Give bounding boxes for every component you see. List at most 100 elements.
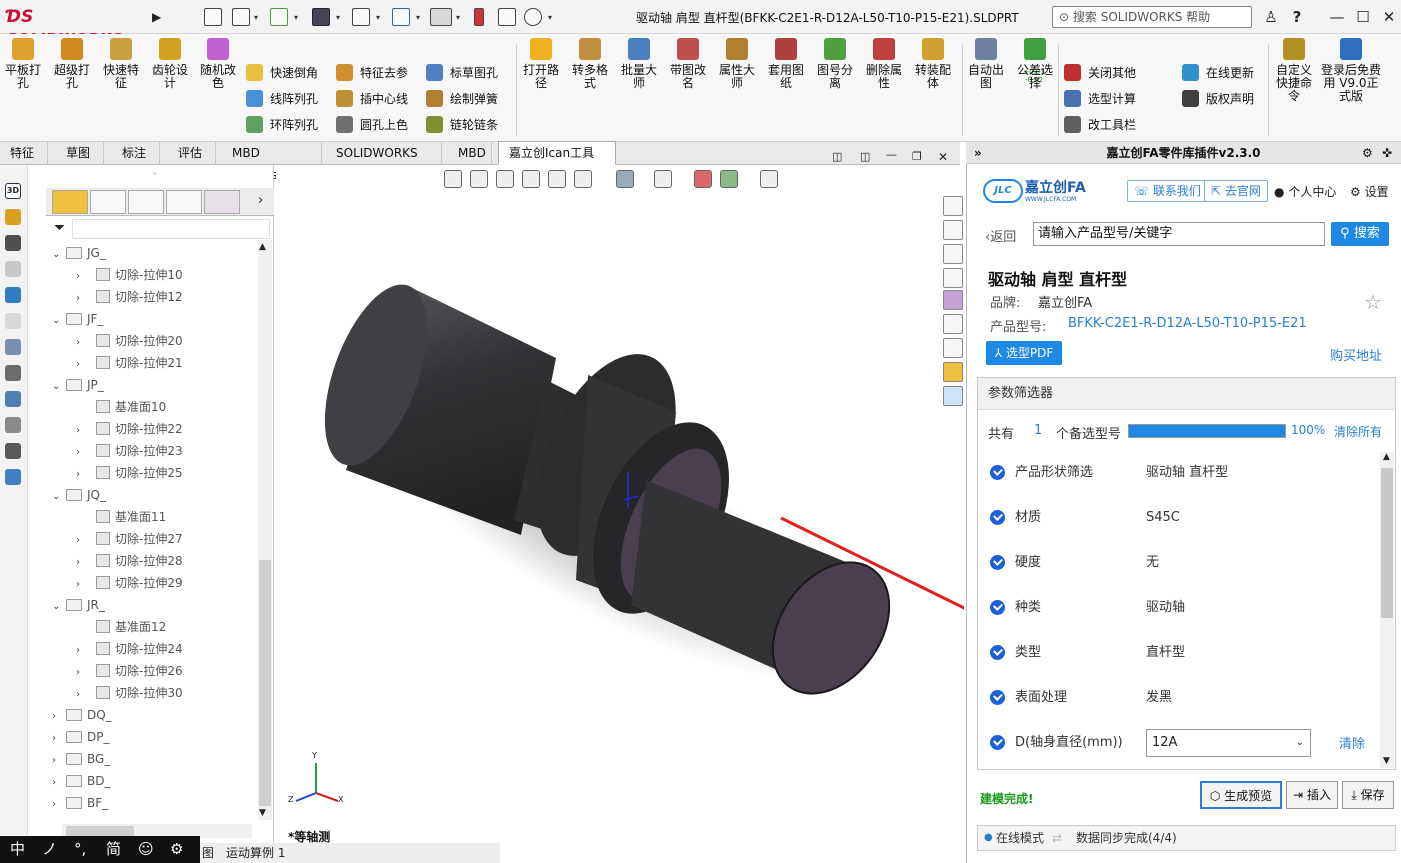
chevron-right-icon[interactable]: › xyxy=(76,643,96,659)
tab-5[interactable]: SOLIDWORKS 插件 xyxy=(326,142,442,182)
filter-check-icon[interactable] xyxy=(990,465,1005,480)
feature-tree-tab[interactable] xyxy=(52,190,88,214)
chevron-right-icon[interactable]: › xyxy=(76,577,96,593)
print-icon[interactable] xyxy=(352,8,370,26)
back-link[interactable]: ‹返回 xyxy=(985,226,1016,245)
ime-item[interactable]: ⚙ xyxy=(170,836,183,863)
ribbon-small-button[interactable]: 插中心线 xyxy=(336,90,408,108)
appearances-icon[interactable] xyxy=(5,287,21,303)
tree-feature[interactable]: › 切除-拉伸25 xyxy=(76,465,183,483)
panel-settings-icon[interactable]: ⚙ xyxy=(1362,142,1373,164)
pane-close-icon[interactable]: ✕ xyxy=(938,150,948,164)
toolbox-icon[interactable] xyxy=(5,469,21,485)
file-explorer-tab-icon[interactable] xyxy=(943,244,963,264)
favorite-star-icon[interactable]: ☆ xyxy=(1364,290,1382,314)
tab-6[interactable]: MBD xyxy=(448,142,492,165)
design-library-tab-icon[interactable] xyxy=(943,220,963,240)
tree-feature[interactable]: › 切除-拉伸23 xyxy=(76,443,183,461)
tree-folder[interactable]: › DP_ xyxy=(52,729,109,747)
chevron-right-icon[interactable]: › xyxy=(52,775,66,791)
pane-minimize-icon[interactable]: — xyxy=(886,148,897,161)
chevron-right-icon[interactable]: › xyxy=(76,423,96,439)
ribbon-button[interactable]: 齿轮设计 xyxy=(148,38,192,90)
tree-folder[interactable]: › BG_ xyxy=(52,751,110,769)
tab-7[interactable]: 嘉立创Ican工具箱 xyxy=(498,141,616,182)
traffic-light-icon[interactable] xyxy=(474,8,484,26)
chevron-right-icon[interactable]: › xyxy=(52,731,66,747)
ribbon-button[interactable]: 超级打孔 xyxy=(50,38,94,90)
view-settings-icon[interactable] xyxy=(760,170,778,188)
search-button[interactable]: ⚲ 搜索 xyxy=(1331,222,1389,246)
help-search-input[interactable]: ⊙ 搜索 SOLIDWORKS 帮助 xyxy=(1052,6,1252,28)
filter-check-icon[interactable] xyxy=(990,510,1005,525)
ime-item[interactable]: ノ xyxy=(42,836,57,863)
selection-pdf-button[interactable]: ⅄ 选型PDF xyxy=(986,341,1062,365)
ribbon-small-button[interactable]: 标草图孔 xyxy=(426,64,498,82)
clear-diameter-link[interactable]: 清除 xyxy=(1339,733,1365,752)
ribbon-button[interactable]: 平板打孔 xyxy=(2,38,44,90)
chevron-right-icon[interactable]: › xyxy=(76,467,96,483)
tree-feature[interactable]: › 切除-拉伸28 xyxy=(76,553,183,571)
view-palette-icon[interactable] xyxy=(5,261,21,277)
dimxpert-tab[interactable] xyxy=(166,190,202,214)
chevron-down-icon[interactable]: ⌄ xyxy=(52,313,66,329)
tree-folder[interactable]: ⌄ JG_ xyxy=(52,245,106,263)
ribbon-button[interactable]: 快速特征 xyxy=(100,38,142,90)
ribbon-small-button[interactable]: 绘制弹簧 xyxy=(426,90,498,108)
generate-preview-button[interactable]: ⬡ 生成预览 xyxy=(1200,781,1282,809)
ribbon-button[interactable]: 打开路径 xyxy=(519,38,563,90)
mate-icon[interactable] xyxy=(5,417,21,433)
tree-feature[interactable]: › 切除-拉伸12 xyxy=(76,289,183,307)
tree-feature[interactable]: 基准面12 xyxy=(76,619,166,635)
ribbon-button[interactable]: 自动出图 xyxy=(964,38,1008,90)
filter-scrollbar-thumb[interactable] xyxy=(1381,468,1393,618)
3d-view-icon[interactable]: 3D xyxy=(5,183,21,199)
tab-3[interactable]: 评估 xyxy=(168,142,216,165)
display-manager-tab[interactable] xyxy=(204,190,240,214)
ribbon-button[interactable]: 登录后免费用 V9.0正式版 xyxy=(1320,38,1382,103)
chevron-right-icon[interactable]: › xyxy=(76,269,96,285)
chevron-right-icon[interactable]: › xyxy=(76,335,96,351)
chevron-right-icon[interactable]: › xyxy=(76,445,96,461)
ribbon-button[interactable]: 带图改名 xyxy=(666,38,710,90)
tree-feature[interactable]: › 切除-拉伸26 xyxy=(76,663,183,681)
property-manager-tab[interactable] xyxy=(90,190,126,214)
ribbon-button[interactable]: 套用图纸 xyxy=(764,38,808,90)
ime-item[interactable]: °, xyxy=(74,836,86,863)
clear-all-link[interactable]: 清除所有 xyxy=(1334,423,1382,440)
forum-tab-icon[interactable] xyxy=(943,338,963,358)
file-explorer-icon[interactable] xyxy=(5,235,21,251)
home-icon[interactable] xyxy=(204,8,222,26)
chevron-right-icon[interactable]: › xyxy=(76,291,96,307)
ribbon-button[interactable]: 删除属性 xyxy=(862,38,906,90)
tab-4[interactable]: MBD Dimensions xyxy=(222,142,322,182)
tab-0[interactable]: 特征 xyxy=(0,142,48,165)
tree-feature[interactable]: › 切除-拉伸24 xyxy=(76,641,183,659)
settings-link[interactable]: ⚙ 设置 xyxy=(1350,183,1389,200)
tree-feature[interactable]: › 切除-拉伸21 xyxy=(76,355,183,373)
buy-link[interactable]: 购买地址 xyxy=(1330,345,1382,364)
tree-feature[interactable]: 基准面10 xyxy=(76,399,166,415)
rebuild-icon[interactable] xyxy=(5,391,21,407)
shaft-diameter-select[interactable]: 12A ⌄ xyxy=(1146,729,1311,757)
maximize-button[interactable]: ☐ xyxy=(1352,8,1374,26)
save-model-button[interactable]: ⤓ 保存 xyxy=(1342,781,1394,809)
configuration-manager-tab[interactable] xyxy=(128,190,164,214)
user-center-link[interactable]: ● 个人中心 xyxy=(1274,183,1336,200)
official-site-button[interactable]: ⇱ 去官网 xyxy=(1204,180,1268,202)
splitter-dot[interactable]: ◦ xyxy=(152,170,157,180)
scroll-up-icon[interactable]: ▲ xyxy=(1383,452,1390,462)
ribbon-small-button[interactable]: 选型计算 xyxy=(1064,90,1136,108)
tree-feature[interactable]: › 切除-拉伸20 xyxy=(76,333,183,351)
filter-icon[interactable]: ⏷ xyxy=(54,220,72,236)
new-document-icon[interactable] xyxy=(232,8,250,26)
chevron-right-icon[interactable]: › xyxy=(52,709,66,725)
minimize-button[interactable]: — xyxy=(1326,8,1348,26)
chevron-right-icon[interactable]: › xyxy=(52,797,66,813)
edit-appearance-icon[interactable] xyxy=(694,170,712,188)
pane-restore-icon[interactable]: ❐ xyxy=(912,150,922,163)
close-button[interactable]: ✕ xyxy=(1378,8,1400,26)
filter-check-icon[interactable] xyxy=(990,735,1005,750)
tree-feature[interactable]: 基准面11 xyxy=(76,509,166,525)
ribbon-small-button[interactable]: 改工具栏 xyxy=(1064,116,1136,134)
